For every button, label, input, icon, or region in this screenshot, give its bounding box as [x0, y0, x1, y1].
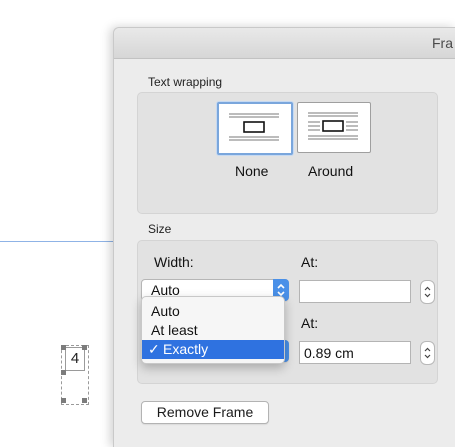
height-at-label: At:: [301, 315, 319, 331]
height-at-stepper[interactable]: [420, 341, 435, 365]
frame-handle-mid-left[interactable]: [61, 370, 66, 375]
wrap-none-label: None: [235, 163, 269, 179]
wrap-around-button[interactable]: [297, 102, 371, 153]
frame-number: 4: [65, 347, 85, 371]
wrap-around-icon: [308, 112, 358, 140]
wrap-none-button[interactable]: [217, 102, 293, 155]
width-at-input[interactable]: [299, 280, 411, 303]
frame-handle-top-right[interactable]: [82, 345, 87, 350]
stepper-icon: [424, 347, 431, 359]
width-at-stepper[interactable]: [420, 280, 435, 304]
frame-handle-bottom-right[interactable]: [82, 398, 87, 403]
height-rule-menu: Auto At least ✓ Exactly: [141, 296, 285, 364]
menu-item-exactly[interactable]: ✓ Exactly: [142, 340, 284, 359]
wrap-none-icon: [229, 113, 279, 141]
size-label: Size: [148, 222, 172, 236]
dialog-title: Fra: [432, 35, 453, 51]
stepper-icon: [424, 286, 431, 298]
frame-handle-top-left[interactable]: [61, 345, 66, 350]
menu-item-at-least[interactable]: At least: [142, 321, 284, 340]
width-label: Width:: [154, 254, 194, 270]
frame-dialog: Fra: [113, 27, 455, 447]
remove-frame-button[interactable]: Remove Frame: [141, 401, 269, 424]
height-at-input[interactable]: 0.89 cm: [299, 341, 411, 364]
width-at-label: At:: [301, 254, 319, 270]
dialog-titlebar[interactable]: Fra: [114, 28, 455, 59]
text-wrapping-label: Text wrapping: [148, 75, 223, 89]
wrap-around-label: Around: [308, 163, 354, 179]
menu-item-auto[interactable]: Auto: [142, 302, 284, 321]
height-at-value: 0.89 cm: [304, 345, 354, 361]
checkmark-icon: ✓: [148, 341, 160, 357]
ruler-guide-line: [0, 241, 120, 242]
frame-handle-bottom-left[interactable]: [61, 398, 66, 403]
